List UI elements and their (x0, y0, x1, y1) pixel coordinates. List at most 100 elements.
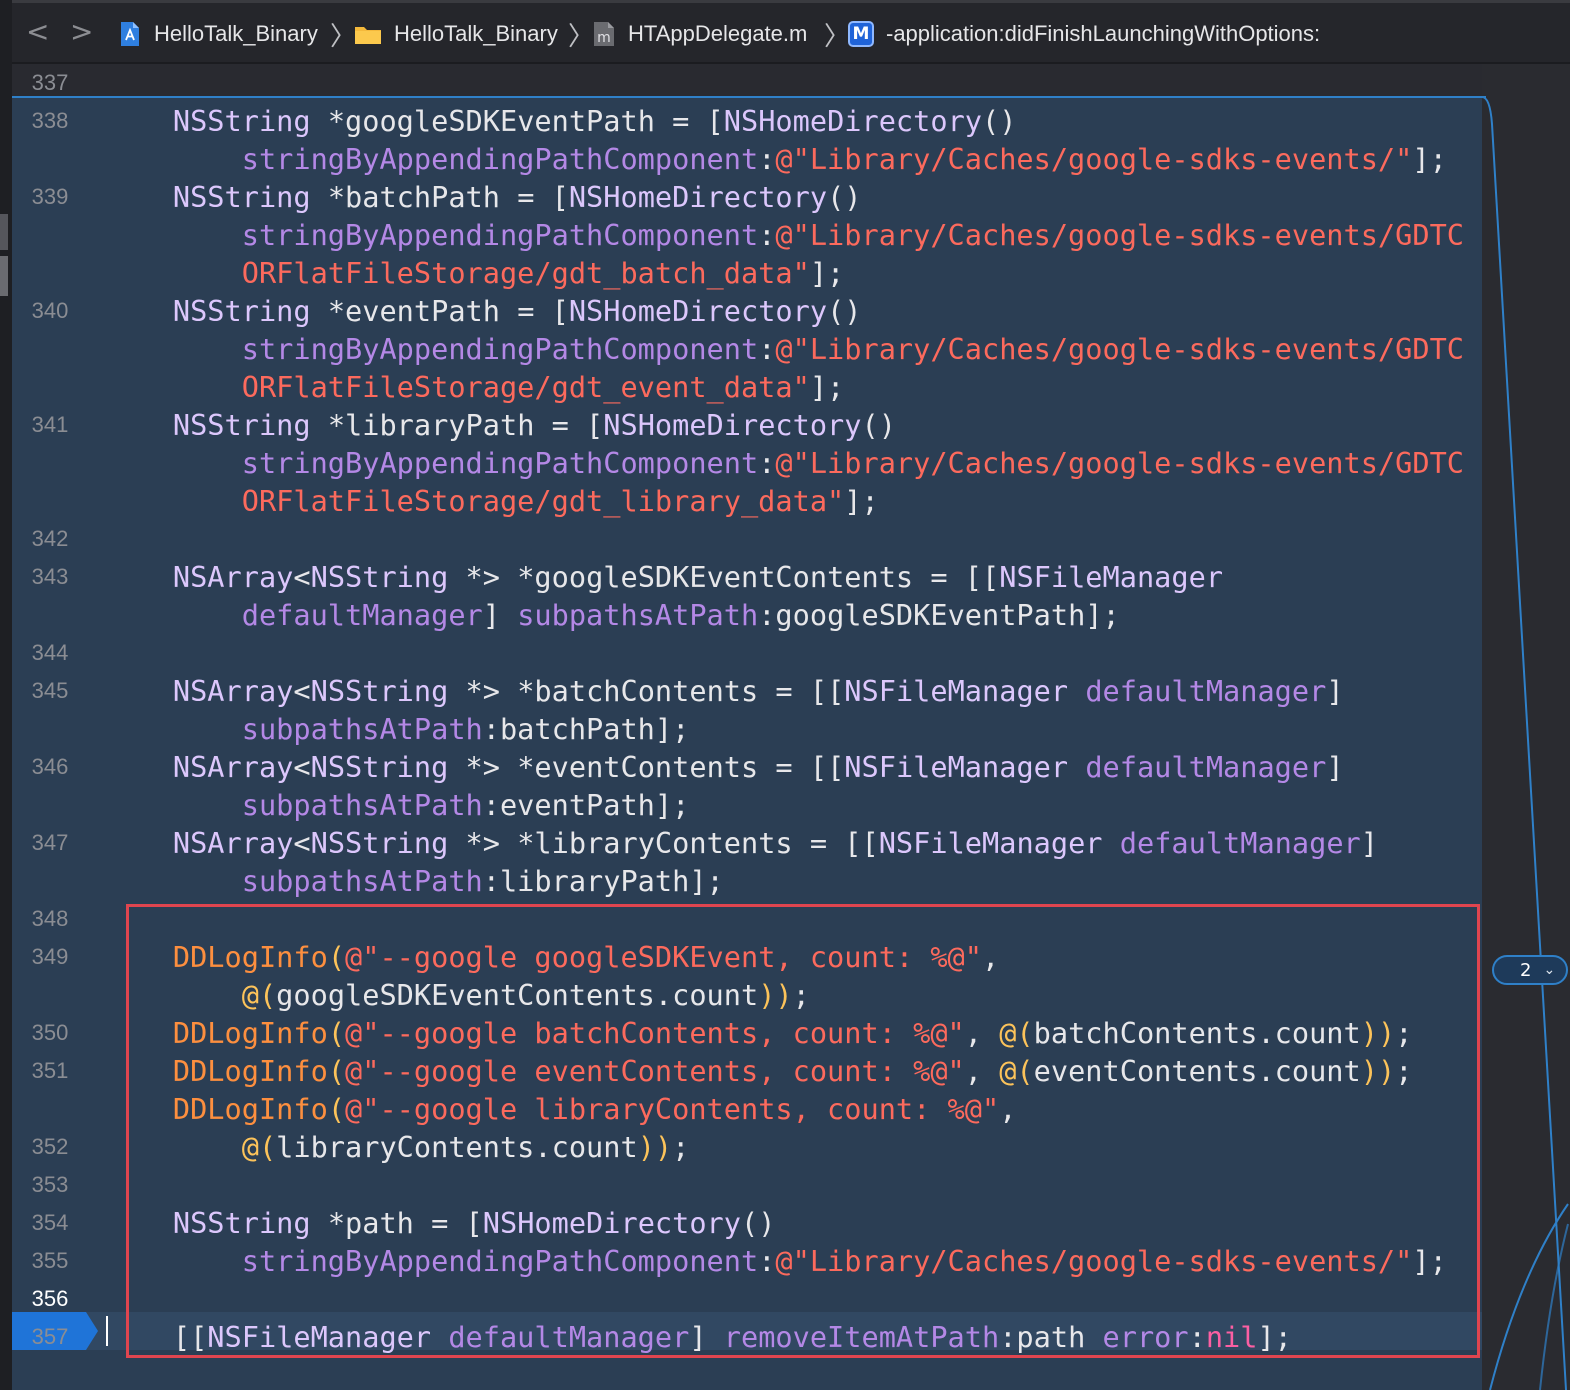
code-token: NSFileManager (878, 826, 1103, 860)
chevron-left-icon: < (26, 15, 50, 48)
code-line[interactable]: ORFlatFileStorage/gdt_batch_data"]; (104, 254, 845, 292)
line-number: 338 (31, 108, 69, 133)
change-count-badge[interactable]: 2 ⌄ (1492, 955, 1568, 985)
code-token: :libraryPath]; (482, 864, 724, 898)
code-token: *path = [ (310, 1206, 483, 1240)
scroll-indicator (0, 214, 8, 250)
breadcrumb-file[interactable]: m HTAppDelegate.m (592, 18, 807, 50)
code-line[interactable]: NSString *eventPath = [NSHomeDirectory() (104, 292, 862, 330)
code-token: ]; (844, 484, 879, 518)
code-token: defaultManager (448, 1320, 690, 1354)
code-token: ) (775, 978, 793, 1012)
code-token: @"Library/Caches/google-sdks-events/GDTC (775, 446, 1465, 480)
code-line[interactable]: NSArray<NSString *> *googleSDKEventConte… (104, 558, 1223, 596)
code-token: :batchPath]; (482, 712, 690, 746)
code-token: defaultManager (1119, 826, 1361, 860)
line-number: 347 (31, 830, 69, 855)
code-token: NSHomeDirectory (568, 294, 828, 328)
code-line[interactable]: NSArray<NSString *> *eventContents = [[N… (104, 748, 1344, 786)
code-token: defaultManager (1085, 750, 1327, 784)
line-number: 342 (31, 526, 69, 551)
code-line[interactable]: subpathsAtPath:libraryPath]; (104, 862, 724, 900)
code-token: : (1188, 1320, 1206, 1354)
code-token: NSString (172, 294, 311, 328)
breadcrumb-separator: 〉 (824, 22, 851, 52)
code-token: : (758, 218, 776, 252)
code-line[interactable]: stringByAppendingPathComponent:@"Library… (104, 330, 1464, 368)
code-token: ] (482, 598, 518, 632)
navigator-edge (0, 0, 12, 64)
code-line[interactable]: ORFlatFileStorage/gdt_library_data"]; (104, 482, 879, 520)
code-token: NSString (310, 826, 449, 860)
code-line[interactable]: defaultManager] subpathsAtPath:googleSDK… (104, 596, 1120, 634)
code-token: , (981, 940, 1000, 974)
forward-button[interactable]: > (70, 18, 93, 48)
breadcrumb-project[interactable]: HelloTalk_Binary (118, 18, 318, 50)
code-token: DDLogInfo (172, 940, 328, 974)
code-token: *eventPath = [ (310, 294, 569, 328)
code-line[interactable]: DDLogInfo(@"--google libraryContents, co… (104, 1090, 1017, 1128)
code-line[interactable]: stringByAppendingPathComponent:@"Library… (104, 1242, 1447, 1280)
change-highlight-border (12, 96, 1486, 98)
code-token: defaultManager (241, 598, 483, 632)
code-token: stringByAppendingPathComponent (241, 142, 759, 176)
code-token: ; (672, 1130, 690, 1164)
code-token: : (758, 142, 776, 176)
code-line[interactable]: stringByAppendingPathComponent:@"Library… (104, 216, 1464, 254)
code-token: NSString (310, 560, 449, 594)
jump-bar: < > HelloTalk_Binary 〉 HelloTalk_Binary … (0, 0, 1570, 64)
code-line[interactable]: NSString *libraryPath = [NSHomeDirectory… (104, 406, 896, 444)
code-line[interactable]: DDLogInfo(@"--google eventContents, coun… (104, 1052, 1413, 1090)
code-token: < (293, 750, 311, 784)
code-line[interactable]: [[NSFileManager defaultManager] removeIt… (104, 1318, 1292, 1356)
code-token: subpathsAtPath (241, 712, 483, 746)
code-line[interactable]: stringByAppendingPathComponent:@"Library… (104, 444, 1464, 482)
breadcrumb-method[interactable]: M -application:didFinishLaunchingWithOpt… (848, 18, 1320, 50)
breadcrumb-file-label: HTAppDelegate.m (628, 21, 808, 46)
code-line[interactable]: subpathsAtPath:eventPath]; (104, 786, 690, 824)
code-token: *> *googleSDKEventContents = [[ (448, 560, 1000, 594)
code-line[interactable]: @(googleSDKEventContents.count)); (104, 976, 810, 1014)
code-token: NSString (310, 750, 449, 784)
code-line[interactable]: DDLogInfo(@"--google batchContents, coun… (104, 1014, 1413, 1052)
code-token: , (964, 1054, 1000, 1088)
source-editor[interactable]: 2 ⌄ 337 338 339 340 341 342 343 344 345 346 347 348 3… (0, 64, 1570, 1390)
code-token: googleSDKEventContents.count (276, 978, 759, 1012)
code-token: : (758, 446, 776, 480)
code-token: NSString (172, 104, 311, 138)
code-line[interactable]: NSString *googleSDKEventPath = [NSHomeDi… (104, 102, 1017, 140)
code-token: ] (689, 1320, 724, 1354)
code-line[interactable]: NSArray<NSString *> *batchContents = [[N… (104, 672, 1344, 710)
code-line[interactable]: @(libraryContents.count)); (104, 1128, 690, 1166)
back-button[interactable]: < (26, 15, 50, 48)
code-line[interactable]: NSString *batchPath = [NSHomeDirectory() (104, 178, 862, 216)
code-line[interactable]: NSString *path = [NSHomeDirectory() (104, 1204, 776, 1242)
window-top-line (0, 0, 1570, 3)
code-line[interactable]: ORFlatFileStorage/gdt_event_data"]; (104, 368, 845, 406)
line-number: 341 (31, 412, 69, 437)
code-token: @"Library/Caches/google-sdks-events/GDTC (775, 218, 1465, 252)
code-token: ]; (1257, 1320, 1292, 1354)
code-line[interactable]: subpathsAtPath:batchPath]; (104, 710, 690, 748)
code-token: :googleSDKEventPath]; (758, 598, 1120, 632)
breadcrumb-folder[interactable]: HelloTalk_Binary (354, 18, 558, 50)
code-line[interactable]: NSArray<NSString *> *libraryContents = [… (104, 824, 1378, 862)
line-number: 349 (31, 944, 69, 969)
xcode-project-icon (118, 21, 142, 47)
code-token: ORFlatFileStorage/gdt_library_data" (241, 484, 845, 518)
code-token: NSString (172, 180, 311, 214)
code-token: @"Library/Caches/google-sdks-events/" (775, 142, 1413, 176)
code-line[interactable]: DDLogInfo(@"--google googleSDKEvent, cou… (104, 938, 999, 976)
code-line[interactable]: stringByAppendingPathComponent:@"Library… (104, 140, 1447, 178)
scroll-thumb[interactable] (0, 256, 8, 296)
code-token: ORFlatFileStorage/gdt_batch_data" (241, 256, 810, 290)
